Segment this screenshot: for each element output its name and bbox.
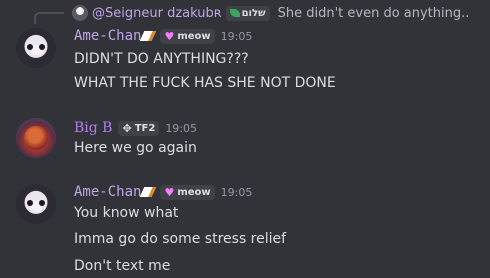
guild-tag-label: שלום <box>241 7 266 19</box>
username-text: Ame-Chan <box>74 28 142 44</box>
reply-avatar[interactable] <box>72 5 88 21</box>
avatar[interactable] <box>16 184 56 224</box>
avatar[interactable] <box>16 118 56 158</box>
message-line: DIDN'T DO ANYTHING??? <box>74 51 249 67</box>
message-header: Ame-Chan ♥ meow 19:05 <box>74 182 252 202</box>
username-text: Ame-Chan <box>74 184 142 200</box>
username[interactable]: Big B <box>74 120 112 136</box>
message-line: Imma go do some stress relief <box>74 231 287 247</box>
guild-tag-badge[interactable]: שלום <box>225 5 270 21</box>
gear-icon: ✥ <box>122 121 132 135</box>
message-line: Don't text me <box>74 258 171 274</box>
cigarette-emoji-icon <box>140 31 157 41</box>
role-badge[interactable]: ✥ TF2 <box>118 120 160 136</box>
timestamp[interactable]: 19:05 <box>221 186 253 199</box>
username[interactable]: Ame-Chan <box>74 184 157 200</box>
reply-username[interactable]: @Seigneur dzakubʀ <box>92 6 222 21</box>
role-badge-label: meow <box>177 30 211 42</box>
username[interactable]: Ame-Chan <box>74 28 157 44</box>
role-badge-label: TF2 <box>134 122 156 134</box>
timestamp[interactable]: 19:05 <box>165 122 197 135</box>
message-line: Here we go again <box>74 140 197 156</box>
role-badge[interactable]: ♥ meow <box>160 28 215 44</box>
message-group: Big B ✥ TF2 19:05 Here we go again <box>0 118 490 162</box>
message-line: You know what <box>74 205 179 221</box>
timestamp[interactable]: 19:05 <box>221 30 253 43</box>
reply-connector <box>34 12 64 24</box>
reply-text[interactable]: She didn't even do anything.. <box>278 6 470 21</box>
message-header: Ame-Chan ♥ meow 19:05 <box>74 26 252 46</box>
message-group: Ame-Chan ♥ meow 19:05 DIDN'T DO ANYTHING… <box>0 26 490 96</box>
reply-preview[interactable]: @Seigneur dzakubʀ שלום She didn't even d… <box>72 4 469 22</box>
cigarette-emoji-icon <box>140 187 157 197</box>
avatar[interactable] <box>16 28 56 68</box>
message-group: Ame-Chan ♥ meow 19:05 You know what Imma… <box>0 182 490 278</box>
role-badge-label: meow <box>177 186 211 198</box>
message-line: WHAT THE FUCK HAS SHE NOT DONE <box>74 75 336 91</box>
heart-icon: ♥ <box>164 29 175 43</box>
heart-icon: ♥ <box>164 185 175 199</box>
message-header: Big B ✥ TF2 19:05 <box>74 118 197 138</box>
leaf-icon <box>229 9 240 17</box>
role-badge[interactable]: ♥ meow <box>160 184 215 200</box>
